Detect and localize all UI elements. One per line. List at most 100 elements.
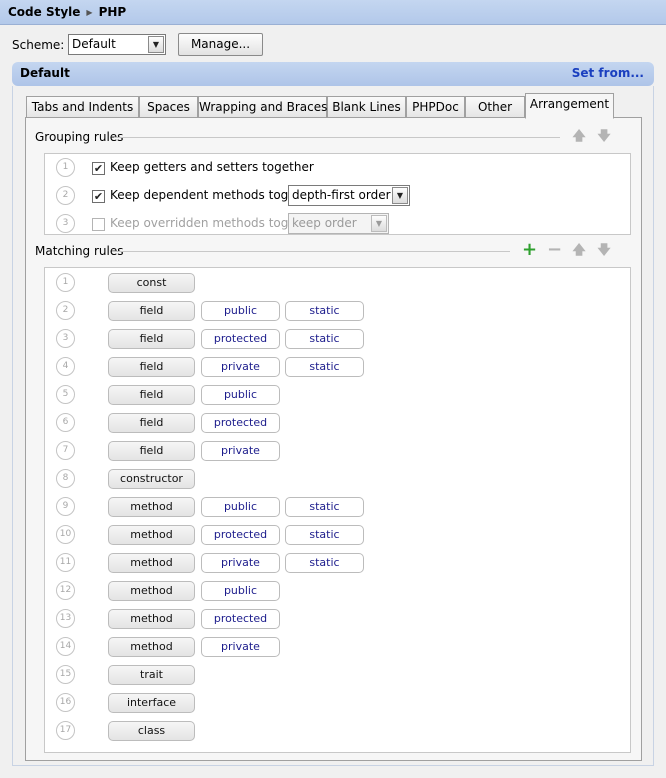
select-value: keep order xyxy=(292,216,357,230)
overridden-methods-order-select[interactable]: keep order ▼ xyxy=(288,213,389,234)
rule-modifier-token[interactable]: public xyxy=(201,301,280,321)
rule-kind-token[interactable]: method xyxy=(108,553,195,573)
matching-rule-row[interactable]: 15 trait xyxy=(45,664,630,692)
rule-modifier-token[interactable]: public xyxy=(201,581,280,601)
scheme-select[interactable]: Default ▼ xyxy=(68,34,166,55)
arrow-down-icon[interactable]: 🡇 xyxy=(597,244,611,258)
matching-rule-row[interactable]: 1 const xyxy=(45,272,630,300)
manage-button[interactable]: Manage... xyxy=(178,33,263,56)
rule-modifier-token[interactable]: private xyxy=(201,553,280,573)
chevron-down-icon[interactable]: ▼ xyxy=(392,187,408,204)
rule-number: 11 xyxy=(56,553,75,572)
rule-number: 2 xyxy=(56,301,75,320)
rule-modifier-token[interactable]: static xyxy=(285,497,364,517)
matching-rule-row[interactable]: 17 class xyxy=(45,720,630,748)
rule-kind-token[interactable]: constructor xyxy=(108,469,195,489)
rule-kind-token[interactable]: trait xyxy=(108,665,195,685)
rule-modifier-token[interactable]: public xyxy=(201,497,280,517)
matching-rule-row[interactable]: 16 interface xyxy=(45,692,630,720)
rule-modifier-token[interactable]: private xyxy=(201,357,280,377)
tab-arrangement[interactable]: Arrangement xyxy=(525,93,614,119)
rule-number: 1 xyxy=(56,158,75,177)
matching-rule-row[interactable]: 3 field protected static xyxy=(45,328,630,356)
matching-rule-row[interactable]: 8 constructor xyxy=(45,468,630,496)
matching-rule-row[interactable]: 9 method public static xyxy=(45,496,630,524)
rule-number: 10 xyxy=(56,525,75,544)
rule-modifier-token[interactable]: protected xyxy=(201,525,280,545)
grouping-rules-list: 1 ✔ Keep getters and setters together 2 … xyxy=(44,153,631,235)
rule-kind-token[interactable]: method xyxy=(108,581,195,601)
grouping-rule-label: Keep getters and setters together xyxy=(110,160,314,174)
rule-modifier-token[interactable]: private xyxy=(201,441,280,461)
manage-button-label: Manage... xyxy=(190,37,251,51)
rule-kind-token[interactable]: field xyxy=(108,441,195,461)
matching-rules-list: 1 const 2 field public static 3 field protected s… xyxy=(44,267,631,753)
scheme-select-value: Default xyxy=(72,37,116,51)
tab-other[interactable]: Other xyxy=(465,96,525,118)
rule-modifier-token[interactable]: static xyxy=(285,301,364,321)
checkmark-icon: ✔ xyxy=(93,162,104,175)
rule-kind-token[interactable]: method xyxy=(108,525,195,545)
tab-phpdoc[interactable]: PHPDoc xyxy=(406,96,465,118)
rule-number: 2 xyxy=(56,186,75,205)
plus-icon[interactable]: + xyxy=(522,241,537,259)
rule-kind-token[interactable]: const xyxy=(108,273,195,293)
matching-rule-row[interactable]: 10 method protected static xyxy=(45,524,630,552)
minus-icon[interactable]: − xyxy=(547,241,562,259)
rule-modifier-token[interactable]: static xyxy=(285,329,364,349)
matching-rules-divider xyxy=(112,251,510,252)
rule-modifier-token[interactable]: static xyxy=(285,357,364,377)
tab-blank-lines[interactable]: Blank Lines xyxy=(327,96,406,118)
rule-kind-token[interactable]: field xyxy=(108,413,195,433)
matching-rule-row[interactable]: 2 field public static xyxy=(45,300,630,328)
matching-rule-row[interactable]: 7 field private xyxy=(45,440,630,468)
rule-number: 1 xyxy=(56,273,75,292)
rule-kind-token[interactable]: field xyxy=(108,385,195,405)
rule-number: 12 xyxy=(56,581,75,600)
rule-number: 3 xyxy=(56,214,75,233)
matching-rule-row[interactable]: 13 method protected xyxy=(45,608,630,636)
dependent-methods-order-select[interactable]: depth-first order ▼ xyxy=(288,185,410,206)
rule-kind-token[interactable]: field xyxy=(108,329,195,349)
rule-modifier-token[interactable]: static xyxy=(285,525,364,545)
rule-modifier-token[interactable]: private xyxy=(201,637,280,657)
chevron-down-icon[interactable]: ▼ xyxy=(371,215,387,232)
matching-rule-row[interactable]: 12 method public xyxy=(45,580,630,608)
breadcrumb-code-style: Code Style xyxy=(8,5,81,19)
rule-modifier-token[interactable]: protected xyxy=(201,413,280,433)
rule-kind-token[interactable]: method xyxy=(108,637,195,657)
matching-rule-row[interactable]: 11 method private static xyxy=(45,552,630,580)
arrow-up-icon[interactable]: 🡅 xyxy=(572,130,586,144)
rule-kind-token[interactable]: interface xyxy=(108,693,195,713)
checkbox-dependent-methods[interactable]: ✔ xyxy=(92,190,105,203)
rule-number: 13 xyxy=(56,609,75,628)
rule-number: 14 xyxy=(56,637,75,656)
checkmark-icon: ✔ xyxy=(93,190,104,203)
checkbox-getters-setters[interactable]: ✔ xyxy=(92,162,105,175)
rule-modifier-token[interactable]: static xyxy=(285,553,364,573)
rule-modifier-token[interactable]: protected xyxy=(201,329,280,349)
rule-modifier-token[interactable]: protected xyxy=(201,609,280,629)
rule-kind-token[interactable]: class xyxy=(108,721,195,741)
matching-rule-row[interactable]: 4 field private static xyxy=(45,356,630,384)
set-from-link[interactable]: Set from... xyxy=(572,66,644,80)
checkbox-overridden-methods[interactable] xyxy=(92,218,105,231)
tab-spaces[interactable]: Spaces xyxy=(139,96,198,118)
rule-kind-token[interactable]: field xyxy=(108,301,195,321)
tab-tabs-and-indents[interactable]: Tabs and Indents xyxy=(26,96,139,118)
chevron-down-icon[interactable]: ▼ xyxy=(148,36,164,53)
matching-rule-row[interactable]: 5 field public xyxy=(45,384,630,412)
rule-number: 4 xyxy=(56,357,75,376)
rule-number: 16 xyxy=(56,693,75,712)
rule-kind-token[interactable]: method xyxy=(108,497,195,517)
rule-modifier-token[interactable]: public xyxy=(201,385,280,405)
rule-kind-token[interactable]: field xyxy=(108,357,195,377)
rule-kind-token[interactable]: method xyxy=(108,609,195,629)
arrow-up-icon[interactable]: 🡅 xyxy=(572,244,586,258)
grouping-rules-title: Grouping rules xyxy=(35,130,124,144)
arrow-down-icon[interactable]: 🡇 xyxy=(597,130,611,144)
matching-rule-row[interactable]: 14 method private xyxy=(45,636,630,664)
tab-wrapping-and-braces[interactable]: Wrapping and Braces xyxy=(198,96,327,118)
rule-number: 9 xyxy=(56,497,75,516)
matching-rule-row[interactable]: 6 field protected xyxy=(45,412,630,440)
